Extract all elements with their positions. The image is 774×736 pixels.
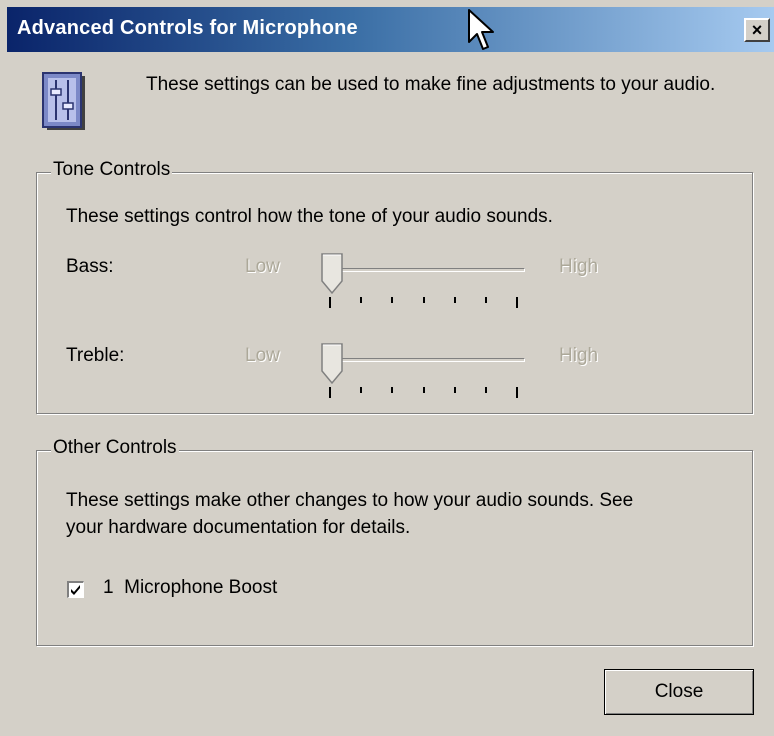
microphone-boost-checkbox[interactable]	[67, 581, 84, 598]
bass-tick	[423, 297, 425, 303]
treble-tick	[360, 387, 362, 393]
treble-slider-thumb[interactable]	[321, 343, 343, 385]
bass-tick	[391, 297, 393, 303]
dialog-window: Advanced Controls for Microphone × These…	[0, 0, 774, 736]
bass-tick	[454, 297, 456, 303]
treble-slider[interactable]	[319, 343, 531, 401]
bass-low-label: Low	[245, 256, 280, 277]
close-button[interactable]: Close	[604, 669, 754, 715]
bass-label: Bass:	[66, 256, 114, 277]
bass-slider-track	[329, 268, 525, 272]
bass-tick	[360, 297, 362, 303]
checkmark-icon	[71, 585, 80, 595]
microphone-boost-label[interactable]: 1 Microphone Boost	[103, 577, 277, 599]
title-bar[interactable]: Advanced Controls for Microphone ×	[7, 7, 774, 52]
equalizer-icon	[42, 72, 85, 130]
bass-tick	[516, 297, 518, 308]
other-controls-description-line2: your hardware documentation for details.	[66, 517, 411, 538]
bass-tick	[485, 297, 487, 303]
intro-text: These settings can be used to make fine …	[146, 74, 716, 95]
close-window-button[interactable]: ×	[744, 18, 770, 42]
treble-slider-track	[329, 358, 525, 362]
mouse-cursor-icon	[468, 9, 494, 50]
treble-tick	[423, 387, 425, 393]
other-controls-description-line1: These settings make other changes to how…	[66, 490, 634, 511]
bass-slider[interactable]	[319, 253, 531, 311]
treble-tick	[454, 387, 456, 393]
bass-tick	[329, 297, 331, 308]
bass-slider-thumb[interactable]	[321, 253, 343, 295]
other-controls-group: Other Controls These settings make other…	[36, 437, 753, 646]
treble-low-label: Low	[245, 345, 280, 366]
other-controls-legend: Other Controls	[51, 437, 179, 459]
window-title: Advanced Controls for Microphone	[17, 17, 358, 39]
treble-tick	[485, 387, 487, 393]
treble-high-label: High	[559, 345, 599, 366]
treble-tick	[329, 387, 331, 398]
tone-controls-legend: Tone Controls	[51, 159, 173, 181]
treble-tick	[391, 387, 393, 393]
tone-controls-group: Tone Controls These settings control how…	[36, 159, 753, 414]
treble-tick	[516, 387, 518, 398]
tone-controls-description: These settings control how the tone of y…	[66, 206, 553, 227]
bass-high-label: High	[559, 256, 599, 277]
treble-label: Treble:	[66, 345, 125, 366]
